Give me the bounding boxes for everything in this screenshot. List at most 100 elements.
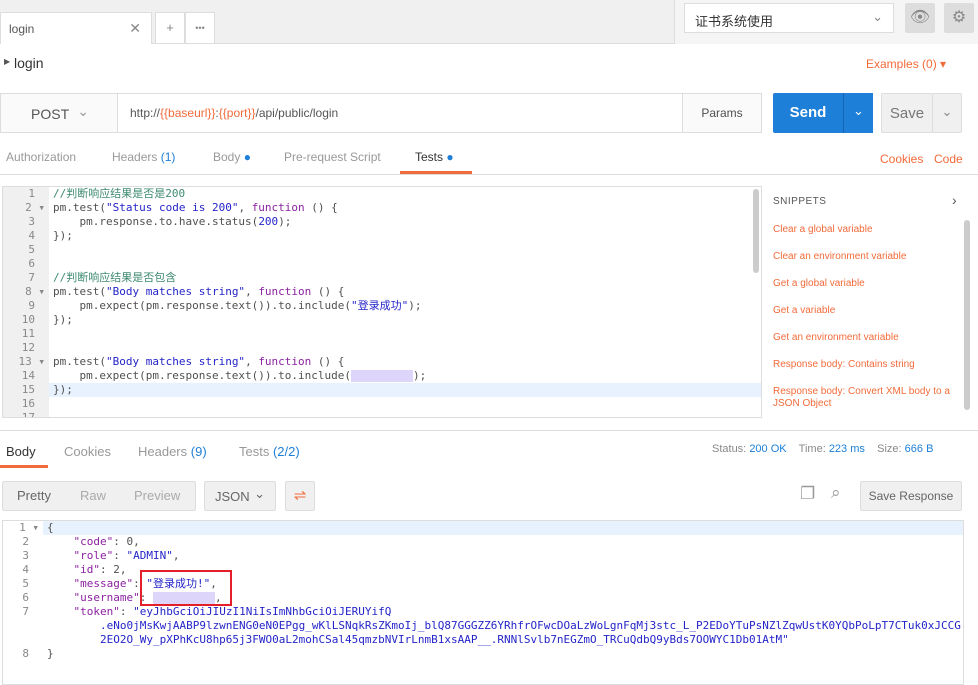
pretty-button[interactable]: Pretty xyxy=(17,488,51,503)
line-number: 8 ▾ xyxy=(3,285,49,299)
tab-headers[interactable]: Headers (1) xyxy=(112,150,175,164)
code-token: "code" xyxy=(47,535,114,548)
response-tab-headers[interactable]: Headers (9) xyxy=(138,444,207,459)
snippets-scrollbar[interactable] xyxy=(964,220,970,410)
code-text: }); xyxy=(49,313,73,327)
tab-label: login xyxy=(9,22,35,36)
code-line: 10}); xyxy=(3,313,761,327)
code-token: } xyxy=(47,647,54,660)
code-line: 9 pm.expect(pm.response.text()).to.inclu… xyxy=(3,299,761,313)
copy-icon[interactable]: ❐ xyxy=(800,484,815,504)
tab-tests[interactable]: Tests ● xyxy=(400,142,472,174)
code-text: pm.expect(pm.response.text()).to.include… xyxy=(49,299,421,313)
headers-count: (1) xyxy=(160,150,176,164)
code-line: 14 pm.expect(pm.response.text()).to.incl… xyxy=(3,369,761,383)
tab-login[interactable]: login ✕ xyxy=(0,12,152,44)
line-number: 16 xyxy=(3,397,49,411)
send-button[interactable]: Send xyxy=(773,93,843,133)
more-tabs-button[interactable]: ••• xyxy=(185,12,215,44)
code-text: "role": "ADMIN", xyxy=(43,549,179,563)
format-select[interactable]: JSON ⌄ xyxy=(204,481,276,511)
code-line: 13 ▾ pm.test("Body matches string", funct… xyxy=(3,355,761,369)
response-tab-body[interactable]: Body xyxy=(0,436,48,468)
params-button[interactable]: Params xyxy=(682,93,762,133)
code-token: function xyxy=(251,201,305,214)
chevron-right-icon[interactable]: › xyxy=(952,192,957,208)
code-token: function xyxy=(258,355,312,368)
tab-authorization[interactable]: Authorization xyxy=(6,150,76,164)
url-input[interactable]: http://{{baseurl}}:{{port}}/api/public/l… xyxy=(117,93,683,133)
code-line: 7 "token": "eyJhbGciOiJIUzI1NiIsImNhbGci… xyxy=(3,605,963,619)
line-number: 5 xyxy=(3,243,49,257)
snippet-item[interactable]: Get an environment variable xyxy=(773,332,963,344)
code-token: : xyxy=(113,549,127,562)
tab-label: Tests xyxy=(239,444,270,459)
code-token: , xyxy=(238,201,252,214)
line-number: 4 xyxy=(3,563,43,577)
code-text: 2EO2O_Wy_pXPhKcU8hp65j3FWO0aL2mohCSal45q… xyxy=(43,633,789,647)
time-label: Time: xyxy=(798,443,826,455)
save-options-chevron-icon[interactable]: ⌄ xyxy=(932,93,962,133)
divider xyxy=(0,174,978,175)
tests-editor[interactable]: 1//判断响应结果是否是200 2 ▾ pm.test("Status code i… xyxy=(2,186,762,418)
code-text: "code": 0, xyxy=(43,535,139,549)
caret-right-icon[interactable]: ▶ xyxy=(4,57,10,66)
code-token: pm.test( xyxy=(53,201,106,214)
response-tab-cookies[interactable]: Cookies xyxy=(64,444,111,459)
code-token: "id" xyxy=(47,563,100,576)
status-label: Status: xyxy=(712,443,747,455)
snippets-title: SNIPPETS xyxy=(773,196,827,207)
snippet-item[interactable]: Response body: Convert XML body to a JSO… xyxy=(773,386,963,410)
line-number: 3 xyxy=(3,549,43,563)
code-line: 1 ▾ { xyxy=(3,521,963,535)
scrollbar[interactable] xyxy=(753,189,759,273)
code-line: 11 xyxy=(3,327,761,341)
response-tab-tests[interactable]: Tests (2/2) xyxy=(239,444,300,459)
save-button[interactable]: Save xyxy=(881,93,933,133)
code-token: function xyxy=(258,285,312,298)
method-select[interactable]: POST ⌄ xyxy=(0,93,118,133)
code-token: () { xyxy=(304,201,338,214)
chevron-down-icon: ⌄ xyxy=(77,103,89,119)
tab-body[interactable]: Body ● xyxy=(213,150,251,164)
environment-select[interactable]: 证书系统使用 ⌄ xyxy=(684,3,894,33)
preview-button[interactable]: Preview xyxy=(134,488,180,503)
close-icon[interactable]: ✕ xyxy=(129,20,141,37)
examples-button[interactable]: Examples (0) ▾ xyxy=(866,57,946,71)
code-text: { xyxy=(43,521,54,535)
eye-icon[interactable]: 👁 xyxy=(905,3,935,33)
code-token: "Body matches string" xyxy=(105,355,246,368)
line-number: 5 xyxy=(3,577,43,591)
dot-icon: ● xyxy=(446,150,454,164)
cookies-link[interactable]: Cookies xyxy=(880,152,923,166)
wrap-lines-icon[interactable]: ⇌ xyxy=(285,481,315,511)
save-response-button[interactable]: Save Response xyxy=(860,481,962,511)
chevron-down-icon: ⌄ xyxy=(872,9,883,24)
code-token: pm.response.to.have.status( xyxy=(53,215,259,228)
new-tab-button[interactable]: + xyxy=(155,12,185,44)
snippet-item[interactable]: Get a global variable xyxy=(773,278,963,290)
snippet-item[interactable]: Clear a global variable xyxy=(773,224,963,236)
code-link[interactable]: Code xyxy=(934,152,963,166)
snippet-item[interactable]: Response body: Contains string xyxy=(773,359,963,371)
code-token: //判断响应结果是否包含 xyxy=(53,271,177,284)
url-var-baseurl: {{baseurl}} xyxy=(160,106,216,120)
code-line: 2 ▾ pm.test("Status code is 200", functio… xyxy=(3,201,761,215)
search-icon[interactable]: ⌕ xyxy=(831,483,841,503)
method-label: POST xyxy=(31,106,70,122)
gear-icon[interactable]: ⚙ xyxy=(944,3,974,33)
code-token: pm.expect(pm.response.text()).to.include… xyxy=(53,369,352,382)
tab-label: Body xyxy=(213,150,241,164)
code-text: pm.response.to.have.status(200); xyxy=(49,215,291,229)
line-number: 10 xyxy=(3,313,49,327)
code-token: : xyxy=(119,605,134,618)
tab-label: Headers xyxy=(138,444,188,459)
tab-prerequest[interactable]: Pre-request Script xyxy=(284,150,381,164)
snippet-item[interactable]: Clear an environment variable xyxy=(773,251,963,263)
code-line: 8 ▾ pm.test("Body matches string", functi… xyxy=(3,285,761,299)
send-options-chevron-icon[interactable]: ⌄ xyxy=(843,93,873,133)
snippet-item[interactable]: Get a variable xyxy=(773,305,963,317)
raw-button[interactable]: Raw xyxy=(80,488,106,503)
